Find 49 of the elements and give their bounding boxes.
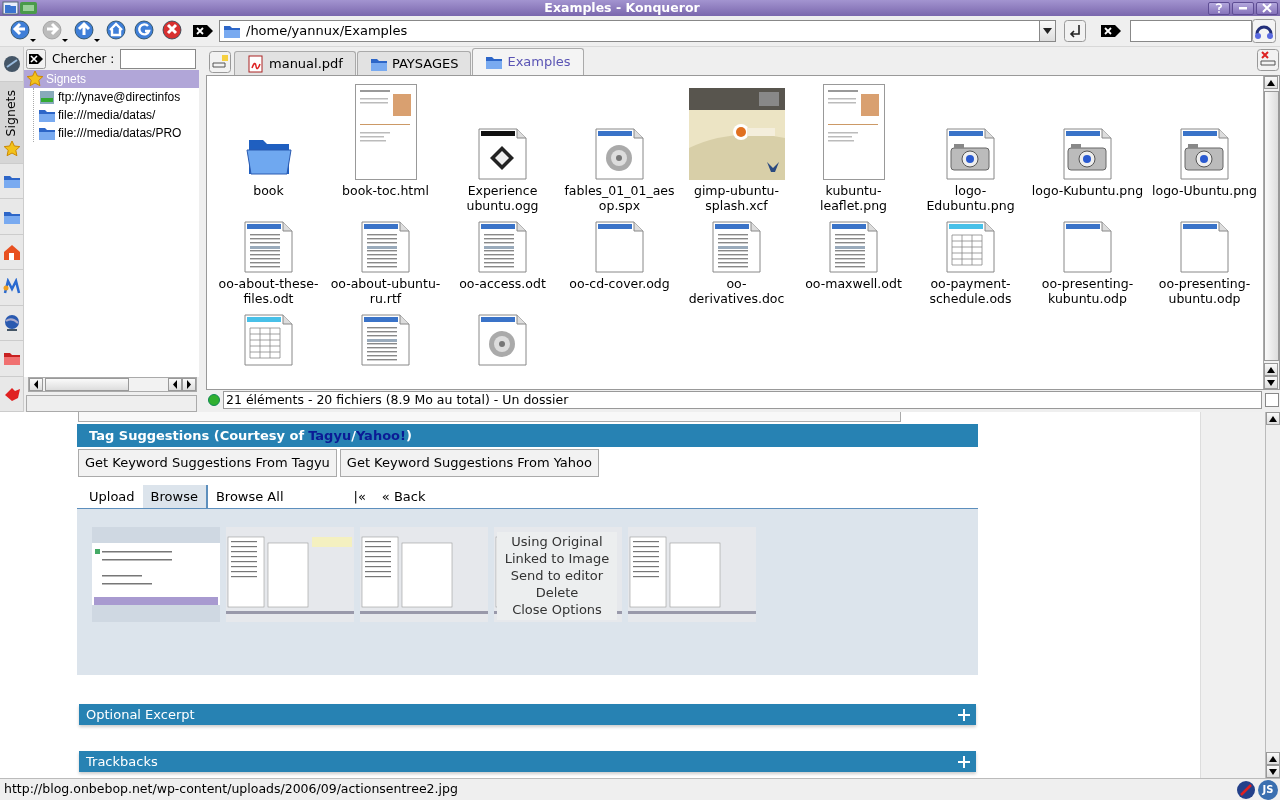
media-tab[interactable]: Upload: [81, 485, 143, 508]
tree-item[interactable]: file:///media/datas/PRO: [36, 124, 199, 142]
tree-item[interactable]: ftp://ynave@directinfos: [36, 88, 199, 106]
file-name[interactable]: logo-Kubuntu.png: [1031, 180, 1144, 213]
media-tab[interactable]: Browse All: [207, 485, 292, 508]
file-name[interactable]: oo-cd-cover.odg: [563, 273, 676, 306]
section-title[interactable]: Trackbacks: [86, 751, 158, 772]
section-title[interactable]: Optional Excerpt: [86, 704, 195, 725]
menu-option[interactable]: Linked to Image: [504, 550, 610, 567]
suggestion-button[interactable]: Get Keyword Suggestions From Tagyu: [78, 449, 337, 477]
file-name[interactable]: gimp-ubuntu-splash.xcf: [680, 180, 793, 213]
tab[interactable]: PAYSAGES: [356, 51, 472, 75]
file-name[interactable]: book: [212, 180, 325, 213]
file-name[interactable]: oo-about-ubuntu-ru.rtf: [329, 273, 442, 306]
suggestion-button[interactable]: Get Keyword Suggestions From Yahoo: [339, 449, 599, 477]
file-name[interactable]: logo-Ubuntu.png: [1148, 180, 1261, 213]
window-title: Examples - Konqueror: [543, 0, 701, 16]
file-name[interactable]: logo-Edubuntu.png: [914, 180, 1027, 213]
section-header[interactable]: Trackbacks: [79, 751, 976, 772]
tree-item[interactable]: file:///media/datas/: [36, 106, 199, 124]
sidebar-tab[interactable]: Signets: [0, 82, 23, 164]
file-name[interactable]: fables_01_01_aesop.spx: [563, 180, 676, 213]
title-text: ): [405, 426, 412, 445]
file-name[interactable]: oo-maxwell.odt: [797, 273, 910, 306]
tab[interactable]: manual.pdf: [234, 51, 356, 75]
media-tab[interactable]: « Back: [373, 485, 434, 508]
file-name[interactable]: Experience ubuntu.ogg: [446, 180, 559, 213]
file-name[interactable]: oo-payment-schedule.ods: [914, 273, 1027, 306]
title-text: /: [351, 426, 356, 445]
javascript-badge[interactable]: JS: [1258, 779, 1278, 800]
file-name[interactable]: oo-derivatives.doc: [680, 273, 793, 306]
menu-option[interactable]: Send to editor: [510, 567, 604, 584]
file-name[interactable]: oo-presenting-ubuntu.odp: [1148, 273, 1261, 306]
section-header[interactable]: Optional Excerpt: [79, 704, 976, 725]
file-name[interactable]: book-toc.html: [329, 180, 442, 213]
file-name[interactable]: oo-about-these-files.odt: [212, 273, 325, 306]
status-url: http://blog.onbebop.net/wp-content/uploads/2006/09/actionsentree2.jpg: [4, 780, 459, 799]
search-label: Chercher :: [52, 50, 115, 68]
menu-option[interactable]: Close Options: [512, 601, 602, 618]
title-text: Tag Suggestions (Courtesy of: [89, 426, 305, 445]
menu-option[interactable]: Using Original: [511, 533, 603, 550]
status-text: 21 éléments - 20 fichiers (8.9 Mo au total) - Un dossier: [223, 391, 1262, 409]
media-tab[interactable]: Browse: [142, 485, 208, 508]
file-name[interactable]: oo-access.odt: [446, 273, 559, 306]
media-tab[interactable]: |«: [345, 485, 374, 508]
file-name[interactable]: kubuntu-leaflet.png: [797, 180, 910, 213]
file-name[interactable]: oo-presenting-kubuntu.odp: [1031, 273, 1144, 306]
tab[interactable]: Examples: [472, 48, 584, 75]
menu-option[interactable]: Delete: [535, 584, 579, 601]
